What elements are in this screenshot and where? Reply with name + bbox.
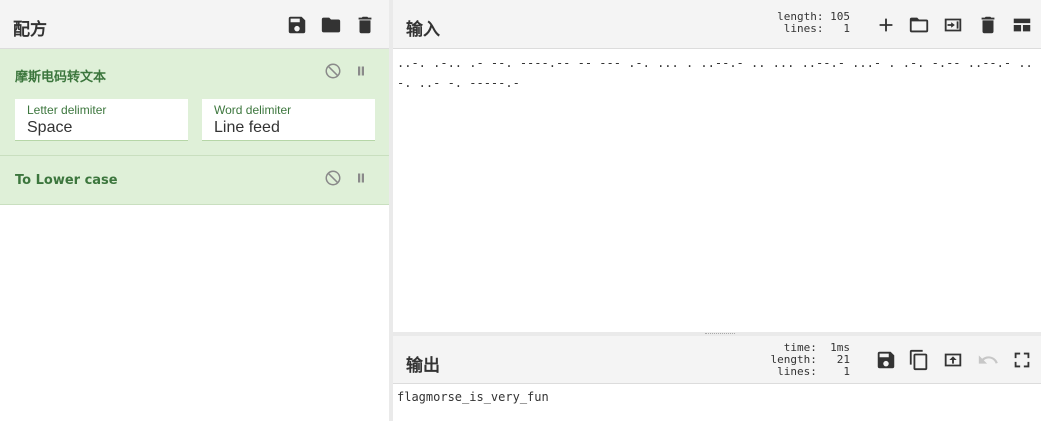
output-pane: 输出 time: 1ms length: 21 lines: 1 flagmor…: [393, 336, 1041, 421]
save-icon[interactable]: [286, 14, 308, 36]
trash-icon[interactable]: [354, 14, 376, 36]
input-stats: length: 105 lines: 1: [777, 10, 850, 35]
fullscreen-icon[interactable]: [1011, 349, 1033, 371]
output-header: 输出 time: 1ms length: 21 lines: 1: [393, 336, 1041, 384]
pause-icon[interactable]: [352, 169, 370, 187]
splitter-grip[interactable]: [705, 333, 735, 335]
output-text[interactable]: flagmorse_is_very_fun: [397, 387, 1037, 407]
pause-icon[interactable]: [352, 62, 370, 80]
layout-icon[interactable]: [1011, 14, 1033, 36]
word-delimiter-field[interactable]: Word delimiter Line feed: [202, 99, 375, 141]
disable-icon[interactable]: [324, 169, 342, 187]
recipe-header: 配方: [0, 0, 389, 49]
input-title: 输入: [406, 20, 440, 40]
recipe-title: 配方: [13, 20, 47, 40]
trash-icon[interactable]: [977, 14, 999, 36]
plus-icon[interactable]: [875, 14, 897, 36]
output-title: 输出: [406, 356, 440, 376]
output-stats: time: 1ms length: 21 lines: 1: [770, 341, 850, 378]
disable-icon[interactable]: [324, 62, 342, 80]
operation-title: 摩斯电码转文本: [15, 70, 107, 85]
copy-icon[interactable]: [908, 349, 930, 371]
import-icon[interactable]: [942, 14, 964, 36]
arg-label: Word delimiter: [214, 103, 292, 117]
arg-label: Letter delimiter: [27, 103, 107, 117]
folder-icon[interactable]: [320, 14, 342, 36]
input-text[interactable]: ..-. .-.. .- --. ----.-- -- --- .-. ... …: [397, 53, 1037, 93]
save-icon[interactable]: [875, 349, 897, 371]
operation-to-lower-case[interactable]: To Lower case: [0, 156, 389, 205]
recipe-pane: 配方 摩斯电码转文本 Letter delimiter Space Word d…: [0, 0, 389, 421]
folder-icon[interactable]: [908, 14, 930, 36]
arg-value[interactable]: Space: [27, 119, 72, 137]
replace-input-icon[interactable]: [942, 349, 964, 371]
arg-value[interactable]: Line feed: [214, 119, 280, 137]
undo-icon[interactable]: [977, 349, 999, 371]
operation-from-morse[interactable]: 摩斯电码转文本 Letter delimiter Space Word deli…: [0, 49, 389, 156]
input-header: 输入 length: 105 lines: 1: [393, 0, 1041, 49]
input-pane: 输入 length: 105 lines: 1 ..-. .-.. .- --.…: [393, 0, 1041, 332]
operation-title: To Lower case: [15, 173, 118, 188]
letter-delimiter-field[interactable]: Letter delimiter Space: [15, 99, 188, 141]
